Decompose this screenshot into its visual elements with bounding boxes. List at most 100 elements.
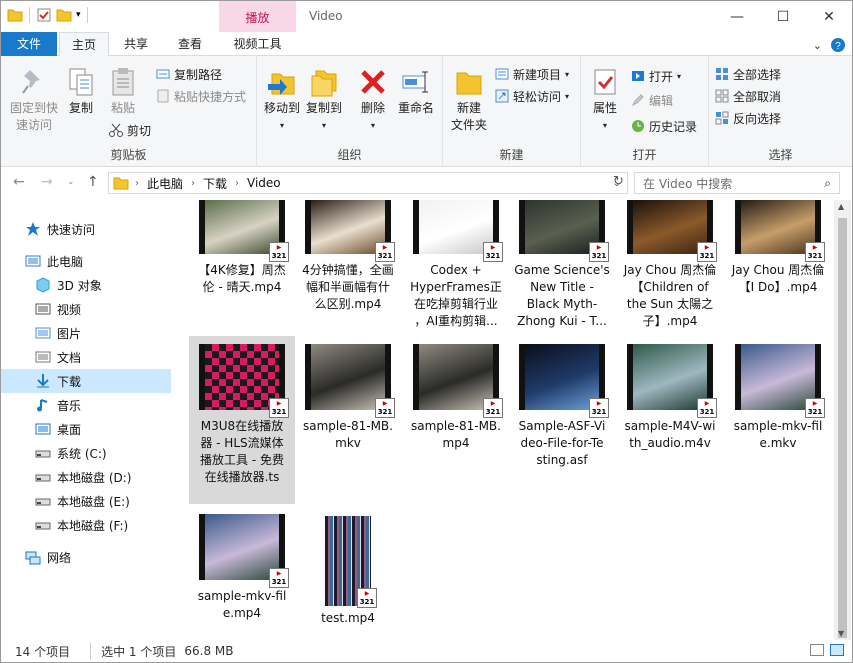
file-item[interactable]: ▶ 321 Codex + HyperFrames正 在吃掉剪辑行业 ，AI重构剪辑... [403, 200, 509, 328]
vertical-scrollbar[interactable]: ▲ ▼ [834, 200, 851, 640]
music-icon [35, 397, 51, 413]
context-tab-play[interactable]: 播放 [219, 1, 296, 32]
edit-button[interactable]: 编辑 [631, 90, 673, 110]
breadcrumb-chevron-icon[interactable]: › [135, 178, 139, 189]
nav-item-label: 系统 (C:) [57, 446, 107, 461]
forward-arrow-icon[interactable]: → [41, 174, 53, 190]
nav-item[interactable]: 图片 [1, 321, 171, 345]
move-to-button[interactable]: 移动到 ▾ [261, 66, 303, 134]
new-folder-icon[interactable] [56, 7, 72, 23]
nav-item[interactable]: 文档 [1, 345, 171, 369]
breadcrumb-chevron-icon[interactable]: › [191, 178, 195, 189]
properties-button[interactable]: 属性 ▾ [587, 66, 623, 134]
selection-size: 66.8 MB [184, 644, 234, 658]
file-item[interactable]: ▶ 321 sample-mkv-fil e.mkv [725, 336, 831, 504]
nav-item[interactable]: 系统 (C:) [1, 441, 171, 465]
recent-dropdown-icon[interactable]: ⌄ [67, 177, 75, 187]
tab-share[interactable]: 共享 [111, 32, 161, 56]
breadcrumb-downloads[interactable]: 下载 [203, 175, 227, 192]
breadcrumb-chevron-icon[interactable]: › [235, 178, 239, 189]
file-item[interactable]: ▶ 321 【4K修复】周杰伦 - 晴天.mp4 [189, 200, 295, 320]
nav-item[interactable]: 本地磁盘 (E:) [1, 489, 171, 513]
large-icons-view-icon[interactable] [830, 644, 844, 656]
file-item[interactable]: ▶ 321 Game Science's New Title - Black Myth-… [509, 200, 615, 328]
minimize-button[interactable]: — [714, 1, 760, 32]
nav-item[interactable]: 本地磁盘 (F:) [1, 513, 171, 537]
paste-shortcut-button[interactable]: 粘贴快捷方式 [156, 86, 246, 106]
media-player-badge-icon: ▶ 321 [697, 242, 717, 262]
new-item-button[interactable]: 新建项目 ▾ [495, 64, 569, 84]
navigation-pane: 快速访问此电脑 3D 对象 视频 图片 文档下载音乐 桌面系统 (C:) 本地磁盘 (D:)… [1, 200, 179, 640]
nav-item-label: 下载 [57, 374, 82, 389]
new-folder-button[interactable]: 新建 文件夹 [447, 66, 491, 134]
scrollbar-thumb[interactable] [838, 218, 847, 638]
group-clipboard: 固定到快 速访问 复制 粘贴 复制路径 粘贴快捷方式 剪切 剪贴板 [1, 56, 257, 167]
up-arrow-icon[interactable]: ↑ [87, 174, 99, 190]
scroll-down-icon[interactable]: ▼ [838, 629, 844, 638]
qat-dropdown-icon[interactable]: ▾ [76, 10, 81, 20]
nav-item[interactable]: 本地磁盘 (D:) [1, 465, 171, 489]
file-item[interactable]: ▶ 321 test.mp4 [295, 506, 401, 636]
pin-quick-access-button[interactable]: 固定到快 速访问 [5, 66, 63, 134]
details-view-icon[interactable] [810, 644, 824, 656]
search-icon[interactable]: ⌕ [824, 176, 831, 191]
refresh-icon[interactable]: ↻ [613, 174, 624, 189]
nav-item-label: 本地磁盘 (F:) [57, 518, 129, 533]
tab-view[interactable]: 查看 [165, 32, 215, 56]
breadcrumb-this-pc[interactable]: 此电脑 [147, 175, 183, 192]
nav-item[interactable]: 音乐 [1, 393, 171, 417]
rename-button[interactable]: 重命名 [393, 66, 439, 117]
nav-item[interactable]: 快速访问 [1, 217, 171, 241]
breadcrumb-video[interactable]: Video [247, 176, 281, 190]
back-arrow-icon[interactable]: ← [13, 174, 25, 190]
cut-button[interactable]: 剪切 [109, 120, 151, 140]
select-none-button[interactable]: 全部取消 [715, 86, 781, 106]
file-name-label: sample-mkv-fil e.mp4 [197, 589, 287, 620]
nav-item[interactable]: 下载 [1, 369, 171, 393]
select-all-button[interactable]: 全部选择 [715, 64, 781, 84]
nav-item[interactable]: 此电脑 [1, 249, 171, 273]
folder-icon[interactable] [7, 7, 23, 23]
tab-home[interactable]: 主页 [59, 32, 109, 57]
file-item[interactable]: ▶ 321 4分钟搞懂，全画 幅和半画幅有什 么区别.mp4 [295, 200, 401, 320]
invert-selection-icon [715, 111, 729, 125]
search-input[interactable]: 在 Video 中搜索 ⌕ [634, 172, 840, 194]
paste-button[interactable]: 粘贴 [103, 66, 143, 117]
invert-selection-button[interactable]: 反向选择 [715, 108, 781, 128]
copy-to-button[interactable]: 复制到 ▾ [303, 66, 345, 134]
copy-path-button[interactable]: 复制路径 [156, 64, 222, 84]
file-item[interactable]: ▶ 321 sample-81-MB. mp4 [403, 336, 509, 504]
file-item[interactable]: ▶ 321 sample-mkv-fil e.mp4 [189, 506, 295, 636]
close-button[interactable]: ✕ [806, 1, 852, 32]
file-item[interactable]: ▶ 321 sample-81-MB. mkv [295, 336, 401, 504]
delete-button[interactable]: 删除 ▾ [355, 66, 391, 134]
scroll-up-icon[interactable]: ▲ [838, 202, 844, 211]
file-item[interactable]: ▶ 321 M3U8在线播放器 - HLS流媒体 播放工具 - 免费 在线播放器.ts [189, 336, 295, 504]
file-item[interactable]: ▶ 321 Jay Chou 周杰倫 【Children of the Sun 太陽之子… [617, 200, 723, 328]
collapse-ribbon-icon[interactable]: ⌄ [813, 39, 822, 52]
properties-check-icon[interactable] [36, 7, 52, 23]
nav-item[interactable]: 网络 [1, 545, 171, 569]
status-bar: 14 个项目 选中 1 个项目 66.8 MB [1, 640, 852, 662]
file-item[interactable]: ▶ 321 Jay Chou 周杰倫 【I Do】.mp4 [725, 200, 831, 320]
address-bar[interactable]: › 此电脑 › 下载 › Video ⌄ [108, 172, 628, 194]
cube-icon [35, 277, 51, 293]
nav-item[interactable]: 桌面 [1, 417, 171, 441]
file-item[interactable]: ▶ 321 sample-M4V-wi th_audio.m4v [617, 336, 723, 504]
file-name-label: M3U8在线播放器 - HLS流媒体 播放工具 - 免费 在线播放器.ts [200, 419, 284, 484]
maximize-button[interactable]: ☐ [760, 1, 806, 32]
address-row: ← → ⌄ ↑ › 此电脑 › 下载 › Video ⌄ ↻ 在 Video 中… [1, 167, 852, 200]
history-button[interactable]: 历史记录 [631, 116, 697, 136]
copy-button[interactable]: 复制 [63, 66, 99, 117]
explorer-window: ▾ 播放 Video — ☐ ✕ 文件 主页 共享 查看 视频工具 ⌄ ? 固定… [0, 0, 853, 663]
media-player-badge-icon: ▶ 321 [589, 398, 609, 418]
open-button[interactable]: 打开 ▾ [631, 66, 681, 86]
easy-access-button[interactable]: 轻松访问 ▾ [495, 86, 569, 106]
nav-item[interactable]: 视频 [1, 297, 171, 321]
tab-file[interactable]: 文件 [1, 32, 57, 56]
nav-item[interactable]: 3D 对象 [1, 273, 171, 297]
file-item[interactable]: ▶ 321 Sample-ASF-Vi deo-File-for-Te sting.as… [509, 336, 615, 504]
help-icon[interactable]: ? [830, 37, 846, 53]
easy-access-icon [495, 89, 509, 103]
tab-video-tools[interactable]: 视频工具 [219, 32, 296, 56]
